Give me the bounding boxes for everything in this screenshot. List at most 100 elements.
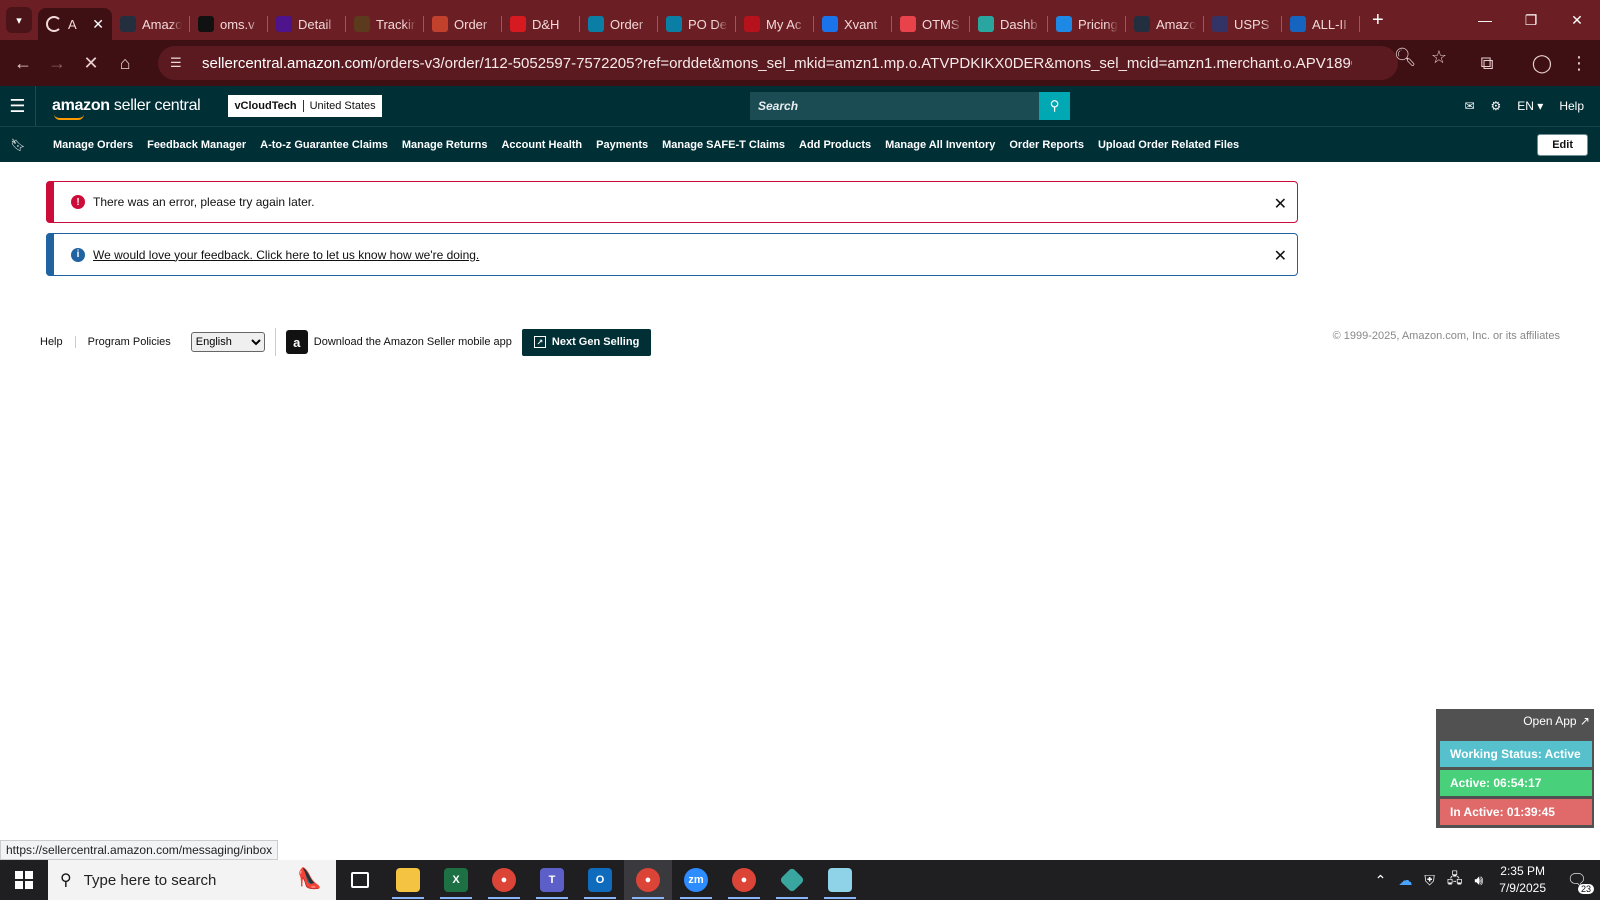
help-link[interactable]: Help: [1559, 99, 1584, 113]
otms-icon: [900, 16, 916, 32]
dashboard-icon: [978, 16, 994, 32]
outlook-icon[interactable]: O: [576, 860, 624, 900]
active-time: Active: 06:54:17: [1440, 770, 1592, 796]
browser-tab[interactable]: Tracking: [346, 8, 424, 40]
close-error-icon[interactable]: ✕: [1274, 194, 1287, 214]
footer-help-link[interactable]: Help: [28, 336, 76, 348]
nav-item-feedback-manager[interactable]: Feedback Manager: [147, 139, 246, 151]
browser-tab[interactable]: Amazon: [1126, 8, 1204, 40]
close-window-button[interactable]: ✕: [1554, 0, 1600, 40]
extensions-icon[interactable]: ⧉: [1470, 46, 1504, 80]
volume-icon[interactable]: 🔊︎: [1474, 872, 1483, 889]
browser-tab[interactable]: A ✕: [38, 8, 112, 40]
settings-gear-icon[interactable]: ⚙: [1491, 99, 1502, 113]
notifications-icon[interactable]: 🗨 23: [1562, 868, 1594, 894]
program-policies-link[interactable]: Program Policies: [76, 336, 183, 348]
back-button[interactable]: ←: [6, 46, 40, 80]
browser-tab[interactable]: OTMS: [892, 8, 970, 40]
start-button[interactable]: [0, 860, 48, 900]
tab-search-button[interactable]: ▾: [6, 7, 32, 33]
bookmark-star-icon[interactable]: ☆: [1422, 40, 1456, 74]
browser-tab[interactable]: D&H: [502, 8, 580, 40]
browser-tab[interactable]: Pricing: [1048, 8, 1126, 40]
nav-item-a-to-z-guarantee-claims[interactable]: A-to-z Guarantee Claims: [260, 139, 388, 151]
browser-tab[interactable]: PO De: [658, 8, 736, 40]
tab-title: Xvant: [844, 16, 878, 32]
next-gen-selling-button[interactable]: ↗ Next Gen Selling: [521, 328, 652, 356]
language-selector[interactable]: EN ▾: [1517, 99, 1543, 113]
restore-button[interactable]: ❐: [1508, 0, 1554, 40]
chrome-icon[interactable]: ●: [480, 860, 528, 900]
tab-title: PO De: [688, 16, 728, 32]
browser-tab[interactable]: My Ac: [736, 8, 814, 40]
browser-tab[interactable]: Order: [580, 8, 658, 40]
browser-menu-icon[interactable]: ⋮: [1562, 46, 1596, 80]
footer-language-select[interactable]: English: [190, 332, 265, 352]
nav-item-manage-orders[interactable]: Manage Orders: [53, 139, 133, 151]
mobile-app-link[interactable]: a Download the Amazon Seller mobile app: [274, 328, 512, 356]
teams-icon[interactable]: T: [528, 860, 576, 900]
taskbar-search[interactable]: ⚲ 👠: [48, 860, 336, 900]
vpn-app-icon[interactable]: [768, 860, 816, 900]
chrome-profile-icon[interactable]: ●: [624, 860, 672, 900]
chrome-profile-2-icon[interactable]: ●: [720, 860, 768, 900]
excel-icon[interactable]: X: [432, 860, 480, 900]
bookmark-icon[interactable]: 🔖︎: [0, 138, 36, 152]
nav-item-manage-safe-t-claims[interactable]: Manage SAFE-T Claims: [662, 139, 785, 151]
nav-item-manage-returns[interactable]: Manage Returns: [402, 139, 488, 151]
windows-taskbar: ⚲ 👠 X ● T O ● zm ● ⌃ ☁ ⛨ 🖧︎ 🔊︎ 2:35 PM 7…: [0, 860, 1600, 900]
nav-item-account-health[interactable]: Account Health: [501, 139, 582, 151]
account-switcher[interactable]: vCloudTech United States: [228, 95, 382, 117]
track17-icon: [1290, 16, 1306, 32]
network-icon[interactable]: 🖧︎: [1447, 868, 1463, 892]
nav-item-add-products[interactable]: Add Products: [799, 139, 871, 151]
browser-tab[interactable]: Xvant: [814, 8, 892, 40]
search-button[interactable]: ⚲: [1039, 92, 1070, 120]
tab-title: Pricing: [1078, 16, 1118, 32]
file-explorer-icon[interactable]: [384, 860, 432, 900]
nav-item-order-reports[interactable]: Order Reports: [1009, 139, 1084, 151]
notes-app-icon[interactable]: [816, 860, 864, 900]
close-feedback-icon[interactable]: ✕: [1274, 246, 1287, 266]
profile-icon[interactable]: ◯: [1525, 46, 1559, 80]
seller-central-logo[interactable]: amazon seller central: [52, 97, 201, 120]
url-text[interactable]: sellercentral.amazon.com/orders-v3/order…: [202, 55, 1352, 72]
error-alert: ! There was an error, please try again l…: [46, 181, 1298, 223]
browser-tab[interactable]: USPS: [1204, 8, 1282, 40]
browser-tab[interactable]: Order: [424, 8, 502, 40]
address-bar[interactable]: ☰ sellercentral.amazon.com/orders-v3/ord…: [158, 46, 1398, 80]
forward-button[interactable]: →: [40, 46, 74, 80]
task-view-icon[interactable]: [336, 860, 384, 900]
browser-tab[interactable]: oms.v: [190, 8, 268, 40]
browser-tab[interactable]: Dashb: [970, 8, 1048, 40]
browser-tab[interactable]: ALL-II: [1282, 8, 1360, 40]
security-icon[interactable]: ⛨: [1424, 872, 1435, 889]
error-icon: !: [71, 195, 85, 209]
close-tab-icon[interactable]: ✕: [92, 16, 104, 33]
minimize-button[interactable]: —: [1462, 0, 1508, 40]
home-button[interactable]: ⌂: [108, 46, 142, 80]
site-info-icon[interactable]: ☰: [170, 55, 190, 71]
new-tab-button[interactable]: +: [1372, 9, 1384, 32]
nav-item-payments[interactable]: Payments: [596, 139, 648, 151]
stop-loading-button[interactable]: ✕: [74, 46, 108, 80]
info-icon: i: [71, 247, 85, 262]
page-footer: Help Program Policies English a Download…: [0, 328, 1600, 356]
nav-item-upload-order-related-files[interactable]: Upload Order Related Files: [1098, 139, 1239, 151]
browser-tab[interactable]: Detail: [268, 8, 346, 40]
browser-tab[interactable]: Amazon: [112, 8, 190, 40]
feedback-link[interactable]: We would love your feedback. Click here …: [93, 248, 479, 262]
onedrive-icon[interactable]: ☁: [1398, 872, 1412, 889]
search-input[interactable]: [750, 92, 1039, 120]
nav-item-manage-all-inventory[interactable]: Manage All Inventory: [885, 139, 995, 151]
taskbar-clock[interactable]: 2:35 PM 7/9/2025: [1499, 863, 1546, 897]
tab-title: Tracking: [376, 16, 416, 32]
messages-mail-icon[interactable]: ✉: [1464, 99, 1474, 113]
open-app-button[interactable]: Open App ↗: [1523, 714, 1590, 728]
edit-nav-button[interactable]: Edit: [1537, 134, 1588, 156]
hamburger-menu-icon[interactable]: ☰: [0, 86, 36, 126]
zoom-app-icon[interactable]: zm: [672, 860, 720, 900]
show-hidden-icons-icon[interactable]: ⌃: [1375, 872, 1387, 889]
zoom-icon[interactable]: 🔍︎: [1388, 40, 1422, 74]
taskbar-search-input[interactable]: [83, 871, 254, 889]
